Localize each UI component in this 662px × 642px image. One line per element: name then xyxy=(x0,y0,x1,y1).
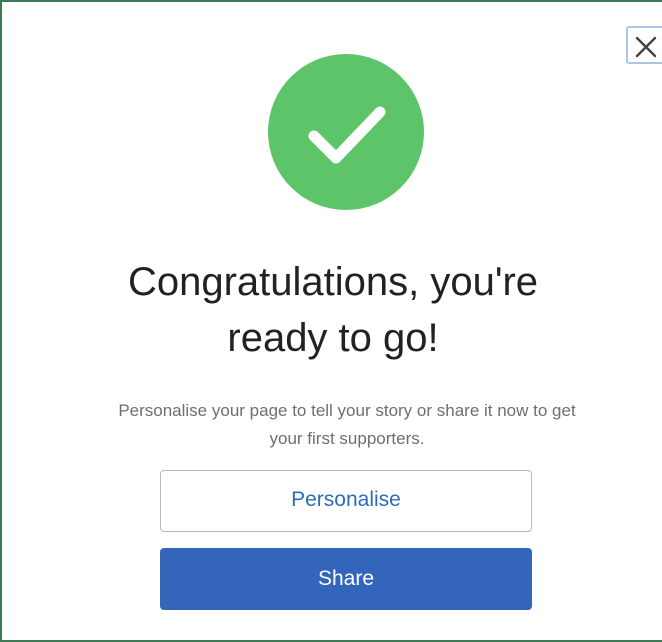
success-badge xyxy=(268,54,424,210)
success-dialog: Congratulations, you're ready to go! Per… xyxy=(0,0,662,642)
dialog-title-line-2: ready to go! xyxy=(227,316,439,360)
share-button[interactable]: Share xyxy=(160,548,532,610)
dialog-title: Congratulations, you're ready to go! xyxy=(2,254,662,366)
close-button[interactable] xyxy=(626,26,662,64)
dialog-message-line-1: Personalise your page to tell your story… xyxy=(118,401,576,420)
close-icon xyxy=(635,36,657,58)
dialog-message-line-2: your first supporters. xyxy=(269,429,425,448)
dialog-message: Personalise your page to tell your story… xyxy=(62,397,632,453)
checkmark-icon xyxy=(308,106,386,164)
personalise-button[interactable]: Personalise xyxy=(160,470,532,532)
dialog-title-line-1: Congratulations, you're xyxy=(127,260,539,304)
